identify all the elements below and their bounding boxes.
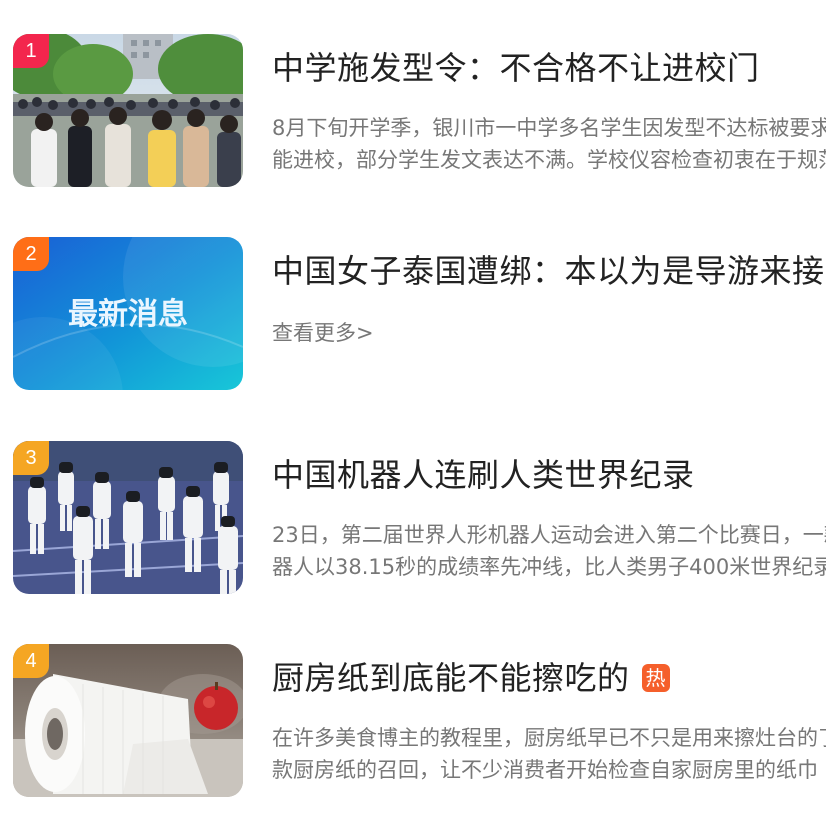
news-item[interactable]: 1 中学施发型令：不合格不让进校门 8月下旬开学季，银川市一中学多名学生因发型不… (0, 34, 826, 188)
news-thumbnail[interactable]: 4 (13, 644, 243, 797)
news-title[interactable]: 厨房纸到底能不能擦吃的热 (272, 658, 670, 698)
rank-badge: 3 (13, 441, 49, 475)
news-title[interactable]: 中国女子泰国遭绑：本以为是导游来接 (272, 251, 825, 291)
rank-badge: 1 (13, 34, 49, 68)
news-item[interactable]: 4 厨房纸到底能不能擦吃的热 在许多美食博主的教程里，厨房纸早已不只是用来擦灶台… (0, 644, 826, 798)
news-summary-line: 在许多美食博主的教程里，厨房纸早已不只是用来擦灶台的了，一 (272, 726, 826, 750)
see-more-link[interactable]: 查看更多> (272, 317, 374, 349)
rank-badge: 2 (13, 237, 49, 271)
news-title[interactable]: 中学施发型令：不合格不让进校门 (272, 48, 760, 88)
news-summary: 8月下旬开学季，银川市一中学多名学生因发型不达标被要求理发后才 能进校，部分学生… (272, 112, 826, 176)
rank-badge: 4 (13, 644, 49, 678)
hot-news-list: 1 中学施发型令：不合格不让进校门 8月下旬开学季，银川市一中学多名学生因发型不… (0, 0, 826, 823)
hot-badge: 热 (641, 664, 670, 692)
news-item[interactable]: 3 中国机器人连刷人类世界纪录 23日，第二届世界人形机器人运动会进入第二个比赛… (0, 441, 826, 595)
news-thumbnail[interactable]: 最新消息 2 (13, 237, 243, 390)
news-summary-line: 8月下旬开学季，银川市一中学多名学生因发型不达标被要求理发后才 (272, 116, 826, 140)
news-summary: 在许多美食博主的教程里，厨房纸早已不只是用来擦灶台的了，一 款厨房纸的召回，让不… (272, 722, 826, 786)
news-summary-line: 器人以38.15秒的成绩率先冲线，比人类男子400米世界纪录还快 (272, 555, 826, 579)
news-title[interactable]: 中国机器人连刷人类世界纪录 (272, 455, 695, 495)
news-item[interactable]: 最新消息 2 中国女子泰国遭绑：本以为是导游来接 查看更多> (0, 237, 826, 391)
news-summary: 23日，第二届世界人形机器人运动会进入第二个比赛日，一款人形机 器人以38.15… (272, 519, 826, 583)
news-summary-line: 款厨房纸的召回，让不少消费者开始检查自家厨房里的纸巾 (272, 758, 818, 782)
news-thumbnail[interactable]: 3 (13, 441, 243, 594)
news-summary-line: 能进校，部分学生发文表达不满。学校仪容检查初衷在于规范管理 (272, 148, 826, 172)
banner-text: 最新消息 (68, 297, 188, 332)
news-summary-line: 23日，第二届世界人形机器人运动会进入第二个比赛日，一款人形机 (272, 523, 826, 547)
news-title-text: 厨房纸到底能不能擦吃的 (272, 659, 630, 697)
news-thumbnail[interactable]: 1 (13, 34, 243, 187)
